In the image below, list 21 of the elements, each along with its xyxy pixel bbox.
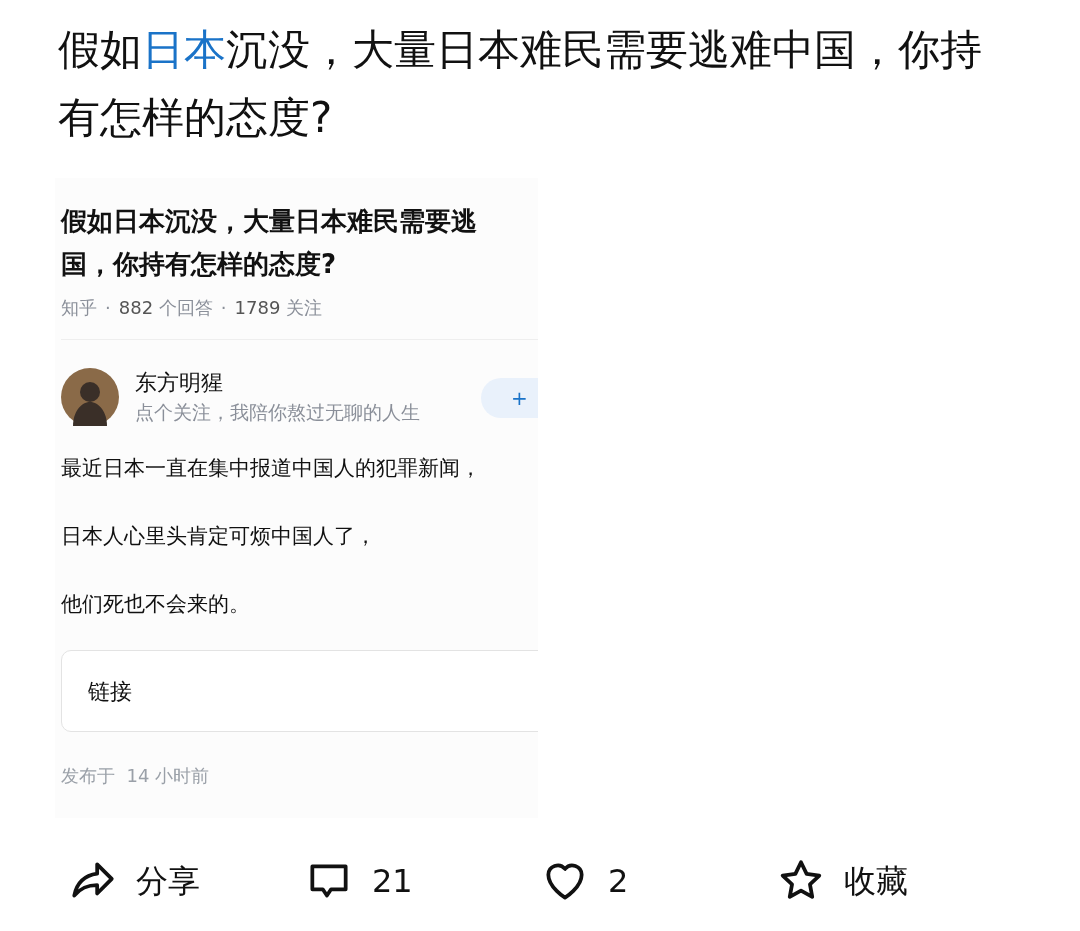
author-bio: 点个关注，我陪你熬过无聊的人生 — [135, 400, 420, 425]
separator-dot: · — [220, 296, 227, 320]
author-name: 东方明猩 — [135, 369, 224, 397]
body-paragraph: 日本人心里头肯定可烦中国人了， — [61, 523, 377, 550]
topic-link[interactable]: 日本 — [142, 25, 226, 74]
link-card[interactable]: 链接 — [61, 650, 538, 732]
body-paragraph: 最近日本一直在集中报道中国人的犯罪新闻， — [61, 455, 482, 482]
comment-button[interactable]: 21 — [304, 856, 540, 906]
avatar — [61, 368, 119, 426]
body-paragraph: 他们死也不会来的。 — [61, 591, 251, 618]
stat-text: 1789 关注 — [234, 296, 323, 320]
stat-text: 882 个回答 — [118, 296, 213, 320]
source-label: 知乎 — [61, 296, 97, 320]
share-button[interactable]: 分享 — [68, 856, 304, 906]
favorite-button[interactable]: 收藏 — [776, 856, 1012, 906]
follow-button[interactable]: + — [481, 378, 538, 418]
question-title: 假如日本沉没，大量日本难民需要逃 国，你持有怎样的态度? — [61, 205, 478, 281]
post-title: 假如 日本沉没，大量日本难民需要逃难中国，你持有怎样的态度? — [58, 24, 983, 144]
publish-time: 发布于 14 小时前 — [61, 764, 211, 788]
separator-dot: · — [105, 296, 111, 320]
like-button[interactable]: 2 — [540, 856, 776, 906]
